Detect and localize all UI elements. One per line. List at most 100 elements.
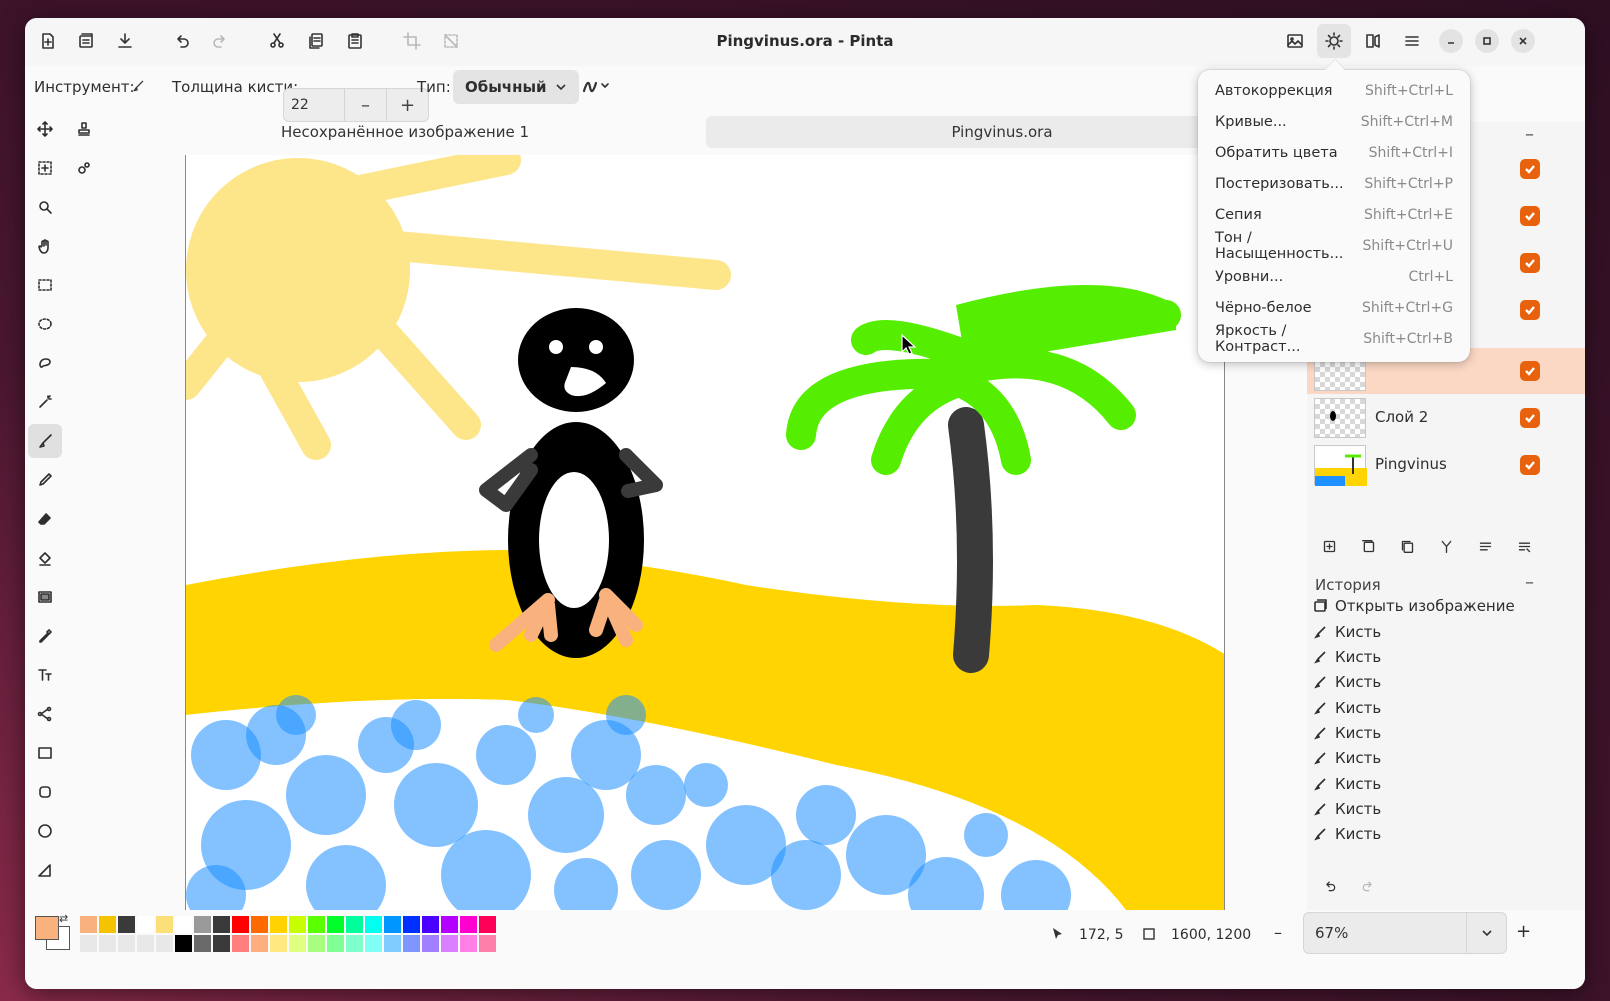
history-item[interactable]: Кисть <box>1313 644 1381 669</box>
palette-swatch[interactable] <box>175 935 192 952</box>
paint-bucket-tool-icon[interactable] <box>28 541 62 575</box>
menu-item-black-and-white[interactable]: Чёрно-белое Shift+Ctrl+G <box>1206 292 1462 323</box>
zoom-in-button[interactable]: + <box>1516 921 1531 942</box>
menu-item-sepia[interactable]: Сепия Shift+Ctrl+E <box>1206 199 1462 230</box>
move-layer-up-icon[interactable] <box>1468 529 1502 563</box>
close-icon[interactable] <box>1511 29 1535 53</box>
zoom-out-button[interactable]: – <box>1274 923 1282 942</box>
add-layer-icon[interactable] <box>1312 529 1346 563</box>
palette-swatch[interactable] <box>99 935 116 952</box>
palette-swatch[interactable] <box>441 935 458 952</box>
palette-swatch[interactable] <box>213 935 230 952</box>
pencil-tool-icon[interactable] <box>28 463 62 497</box>
palette-swatch[interactable] <box>194 916 211 933</box>
palette-swatch[interactable] <box>213 916 230 933</box>
gradient-tool-icon[interactable] <box>28 580 62 614</box>
main-menu-icon[interactable] <box>1395 24 1429 58</box>
image-menu-icon[interactable] <box>1278 24 1312 58</box>
adjustments-menu-icon[interactable] <box>1317 24 1351 58</box>
palette-swatch[interactable] <box>479 916 496 933</box>
duplicate-layer-icon[interactable] <box>1390 529 1424 563</box>
clone-stamp-tool-icon[interactable] <box>67 112 101 146</box>
line-curve-tool-icon[interactable] <box>28 697 62 731</box>
undo-icon[interactable] <box>165 24 199 58</box>
menu-item-posterize[interactable]: Постеризовать... Shift+Ctrl+P <box>1206 168 1462 199</box>
palette-swatch[interactable] <box>80 916 97 933</box>
palette-swatch[interactable] <box>346 935 363 952</box>
history-item[interactable]: Кисть <box>1313 796 1381 821</box>
delete-layer-icon[interactable] <box>1351 529 1385 563</box>
palette-swatch[interactable] <box>80 935 97 952</box>
palette-swatch[interactable] <box>251 916 268 933</box>
history-collapse-button[interactable]: – <box>1525 572 1534 593</box>
layer-visibility-checkbox[interactable] <box>1520 455 1540 475</box>
history-redo-icon[interactable] <box>1351 869 1385 903</box>
minimize-icon[interactable] <box>1439 29 1463 53</box>
paste-icon[interactable] <box>338 24 372 58</box>
text-tool-icon[interactable] <box>28 658 62 692</box>
history-item[interactable]: Открыть изображение <box>1313 593 1515 618</box>
freeform-shape-tool-icon[interactable] <box>28 853 62 887</box>
palette-swatch[interactable] <box>308 935 325 952</box>
eraser-tool-icon[interactable] <box>28 502 62 536</box>
palette-swatch[interactable] <box>118 916 135 933</box>
move-selected-tool-icon[interactable] <box>28 112 62 146</box>
zoom-combobox[interactable]: 67% <box>1303 912 1507 954</box>
layer-visibility-checkbox[interactable] <box>1520 159 1540 179</box>
copy-icon[interactable] <box>299 24 333 58</box>
maximize-icon[interactable] <box>1475 29 1499 53</box>
palette-swatch[interactable] <box>232 916 249 933</box>
deselect-icon[interactable] <box>434 24 468 58</box>
crop-icon[interactable] <box>395 24 429 58</box>
palette-swatch[interactable] <box>422 916 439 933</box>
layer-visibility-checkbox[interactable] <box>1520 300 1540 320</box>
rectangle-tool-icon[interactable] <box>28 736 62 770</box>
layer-visibility-checkbox[interactable] <box>1520 361 1540 381</box>
layer-properties-icon[interactable] <box>1507 529 1541 563</box>
palette-swatch[interactable] <box>137 935 154 952</box>
palette-swatch[interactable] <box>251 935 268 952</box>
cut-icon[interactable] <box>260 24 294 58</box>
new-image-icon[interactable] <box>31 24 65 58</box>
primary-color-swatch[interactable] <box>35 916 59 940</box>
menu-item-curves[interactable]: Кривые... Shift+Ctrl+M <box>1206 106 1462 137</box>
palette-swatch[interactable] <box>289 935 306 952</box>
menu-item-levels[interactable]: Уровни... Ctrl+L <box>1206 261 1462 292</box>
lasso-select-tool-icon[interactable] <box>28 346 62 380</box>
palette-swatch[interactable] <box>137 916 154 933</box>
history-item[interactable]: Кисть <box>1313 695 1381 720</box>
redo-icon[interactable] <box>203 24 237 58</box>
palette-swatch[interactable] <box>384 916 401 933</box>
palette-swatch[interactable] <box>365 916 382 933</box>
history-item[interactable]: Кисть <box>1313 619 1381 644</box>
palette-swatch[interactable] <box>156 935 173 952</box>
palette-swatch[interactable] <box>289 916 306 933</box>
menu-item-brightness-contrast[interactable]: Яркость / Контраст... Shift+Ctrl+B <box>1206 323 1462 355</box>
paintbrush-tool-icon[interactable] <box>28 424 62 458</box>
history-item[interactable]: Кисть <box>1313 745 1381 770</box>
history-item[interactable]: Кисть <box>1313 771 1381 796</box>
palette-swatch[interactable] <box>327 916 344 933</box>
palette-swatch[interactable] <box>403 916 420 933</box>
layer-row[interactable]: Pingvinus <box>1307 442 1585 488</box>
ellipse-tool-icon[interactable] <box>28 814 62 848</box>
merge-layer-down-icon[interactable] <box>1429 529 1463 563</box>
magic-wand-tool-icon[interactable] <box>28 385 62 419</box>
layer-visibility-checkbox[interactable] <box>1520 253 1540 273</box>
palette-swatch[interactable] <box>441 916 458 933</box>
save-icon[interactable] <box>108 24 142 58</box>
palette-swatch[interactable] <box>479 935 496 952</box>
palette-swatch[interactable] <box>365 935 382 952</box>
menu-item-auto-level[interactable]: Автокоррекция Shift+Ctrl+L <box>1206 75 1462 106</box>
color-picker-tool-icon[interactable] <box>28 619 62 653</box>
history-item[interactable]: Кисть <box>1313 720 1381 745</box>
palette-swatch[interactable] <box>118 935 135 952</box>
effects-menu-icon[interactable] <box>1356 24 1390 58</box>
palette-swatch[interactable] <box>460 935 477 952</box>
palette-swatch[interactable] <box>270 916 287 933</box>
zoom-dropdown-chevron-icon[interactable] <box>1466 913 1506 953</box>
palette-swatch[interactable] <box>384 935 401 952</box>
tab-unsaved-image[interactable]: Несохранённое изображение 1 <box>185 116 625 148</box>
antialiasing-dropdown[interactable] <box>575 69 619 103</box>
palette-swatch[interactable] <box>327 935 344 952</box>
